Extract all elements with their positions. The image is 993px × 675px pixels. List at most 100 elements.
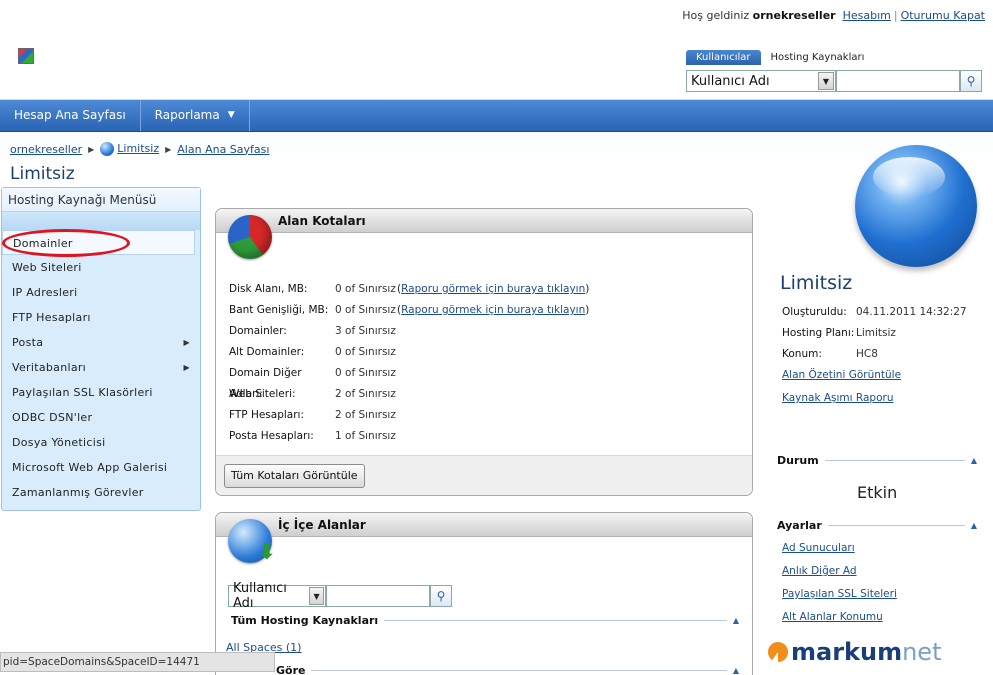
quota-row: Web Siteleri: 2 of Sınırsız [229, 384, 589, 405]
sidebar-item-websites[interactable]: Web Siteleri [2, 255, 200, 280]
nested-search-button[interactable]: ⚲ [430, 585, 452, 607]
settings-title: Ayarlar [777, 519, 822, 532]
dropdown-caret-icon: ▼ [227, 110, 235, 120]
name-servers-link[interactable]: Ad Sunucuları [782, 542, 855, 554]
broken-image-icon [18, 48, 34, 64]
breadcrumb-arrow-icon: ▶ [165, 144, 172, 154]
pie-chart-icon [228, 215, 272, 259]
sidebar-item-shared-ssl[interactable]: Paylaşılan SSL Klasörleri [2, 380, 200, 405]
username: ornekreseller [752, 9, 836, 22]
sidebar-item-label: Microsoft Web App Galerisi [12, 461, 168, 474]
space-info: Oluşturuldu: 04.11.2011 14:32:27 Hosting … [782, 302, 967, 365]
collapse-icon[interactable]: ▲ [733, 616, 739, 625]
divider [827, 525, 965, 526]
sidebar-item-label: Zamanlanmış Görevler [12, 486, 144, 499]
nav-label: Hesap Ana Sayfası [14, 108, 126, 122]
sidebar-title: Hosting Kaynağı Menüsü [2, 188, 200, 212]
sidebar-item-label: Posta [12, 336, 44, 349]
search-button[interactable]: ⚲ [960, 70, 982, 92]
top-bar: Hoş geldiniz ornekreseller Hesabım | Oturu… [0, 0, 993, 100]
quota-value: 0 of Sınırsız [335, 304, 396, 316]
space-summary-link[interactable]: Alan Özetini Görüntüle [782, 369, 901, 381]
breadcrumb-space[interactable]: Limitsiz [100, 142, 159, 156]
tab-users[interactable]: Kullanıcılar [686, 50, 761, 65]
breadcrumb-user[interactable]: ornekreseller [10, 143, 82, 156]
sidebar-item-scheduled-tasks[interactable]: Zamanlanmış Görevler [2, 480, 200, 505]
tab-hosting-spaces[interactable]: Hosting Kaynakları [771, 52, 865, 63]
brand-logo-text: markum [791, 638, 903, 666]
collapse-icon[interactable]: ▲ [971, 456, 977, 465]
collapse-icon[interactable]: ▲ [971, 521, 977, 530]
chevron-right-icon: ▶ [183, 338, 190, 347]
nested-search-field-select[interactable]: Kullanıcı Adı ▼ [228, 581, 326, 611]
quota-label: FTP Hesapları: [229, 409, 304, 421]
search-input[interactable] [836, 70, 960, 92]
breadcrumb-arrow-icon: ▶ [88, 144, 95, 154]
quota-row: Alt Domainler: 0 of Sınırsız [229, 342, 589, 363]
sidebar-item-web-app-gallery[interactable]: Microsoft Web App Galerisi [2, 455, 200, 480]
location-label: Konum: [782, 348, 822, 360]
instant-alias-link[interactable]: Anlık Diğer Ad [782, 565, 857, 577]
divider [384, 620, 727, 621]
quota-label: Bant Genişliği, MB: [229, 304, 329, 316]
globe-icon [100, 142, 115, 156]
arrow-down-icon: ⬇ [257, 540, 276, 565]
chevron-down-icon: ▼ [309, 587, 324, 605]
quota-report: (Raporu görmek için buraya tıklayın) [397, 283, 590, 295]
collapse-icon[interactable]: ▲ [733, 666, 739, 675]
sidebar-item-mail[interactable]: Posta ▶ [2, 330, 200, 355]
sidebar-item-label: Domainler [13, 237, 73, 250]
sidebar-item-label: IP Adresleri [12, 286, 78, 299]
page-title: Limitsiz [10, 164, 75, 184]
chevron-down-icon: ▼ [818, 72, 834, 90]
quota-row: Bant Genişliği, MB: 0 of Sınırsız (Raporu … [229, 300, 589, 321]
nested-spaces-panel: İç İçe Alanlar ⬇ Kullanıcı Adı ▼ ⚲ Tüm H… [215, 512, 753, 675]
sidebar-item-odbc[interactable]: ODBC DSN'ler [2, 405, 200, 430]
search-field-select[interactable]: Kullanıcı Adı ▼ [686, 70, 836, 92]
sidebar-band [2, 212, 200, 230]
nav-reporting[interactable]: Raporlama ▼ [141, 100, 250, 131]
sidebar-item-label: Veritabanları [12, 361, 87, 374]
info-row: Oluşturuldu: 04.11.2011 14:32:27 [782, 302, 967, 323]
nested-search-field-value: Kullanıcı Adı [233, 581, 287, 611]
quota-value: 3 of Sınırsız [335, 325, 396, 337]
overuse-report-link[interactable]: Kaynak Aşımı Raporu [782, 392, 893, 404]
divider [824, 460, 965, 461]
group-title: Göre [276, 664, 306, 675]
breadcrumb-space-home[interactable]: Alan Ana Sayfası [177, 143, 269, 156]
quota-report-link[interactable]: Raporu görmek için buraya tıklayın [401, 283, 585, 295]
sidebar-item-domains[interactable]: Domainler [2, 230, 195, 255]
main-nav: Hesap Ana Sayfası Raporlama ▼ [0, 100, 993, 132]
view-all-quotas-button[interactable]: Tüm Kotaları Görüntüle [224, 464, 365, 488]
plan-label: Hosting Planı: [782, 327, 855, 339]
nested-search-input[interactable] [326, 585, 430, 607]
search-field-value: Kullanıcı Adı [691, 73, 770, 89]
nav-label: Raporlama [154, 108, 220, 122]
sidebar-item-ftp-accounts[interactable]: FTP Hesapları [2, 305, 200, 330]
sidebar-item-file-manager[interactable]: Dosya Yöneticisi [2, 430, 200, 455]
sidebar-item-label: Web Siteleri [12, 261, 82, 274]
sidebar-item-label: Paylaşılan SSL Klasörleri [12, 386, 153, 399]
space-globe-icon [855, 145, 977, 267]
logout-link[interactable]: Oturumu Kapat [901, 9, 985, 22]
shared-ssl-sites-link[interactable]: Paylaşılan SSL Siteleri [782, 588, 897, 600]
quota-row: Domainler: 3 of Sınırsız [229, 321, 589, 342]
sidebar-item-label: Dosya Yöneticisi [12, 436, 106, 449]
sidebar-item-databases[interactable]: Veritabanları ▶ [2, 355, 200, 380]
group-header: Göre ▲ [276, 664, 739, 675]
quota-report-link[interactable]: Raporu görmek için buraya tıklayın [401, 304, 585, 316]
nav-account-home[interactable]: Hesap Ana Sayfası [0, 100, 141, 131]
quota-label: Posta Hesapları: [229, 430, 314, 442]
account-link[interactable]: Hesabım [843, 9, 891, 22]
divider [311, 670, 727, 671]
status-section-header: Durum ▲ [777, 454, 977, 467]
created-value: 04.11.2011 14:32:27 [856, 306, 967, 318]
quotas-panel: Alan Kotaları Disk Alanı, MB: 0 of Sınırs… [215, 208, 753, 496]
nested-search-row: Kullanıcı Adı ▼ ⚲ [228, 581, 452, 611]
sidebar-item-ip-addresses[interactable]: IP Adresleri [2, 280, 200, 305]
breadcrumb-space-link[interactable]: Limitsiz [117, 142, 159, 155]
quota-row: Disk Alanı, MB: 0 of Sınırsız (Raporu görm… [229, 279, 589, 300]
status-title: Durum [777, 454, 819, 467]
subspaces-location-link[interactable]: Alt Alanlar Konumu [782, 611, 883, 623]
quota-label: Alt Domainler: [229, 346, 305, 358]
